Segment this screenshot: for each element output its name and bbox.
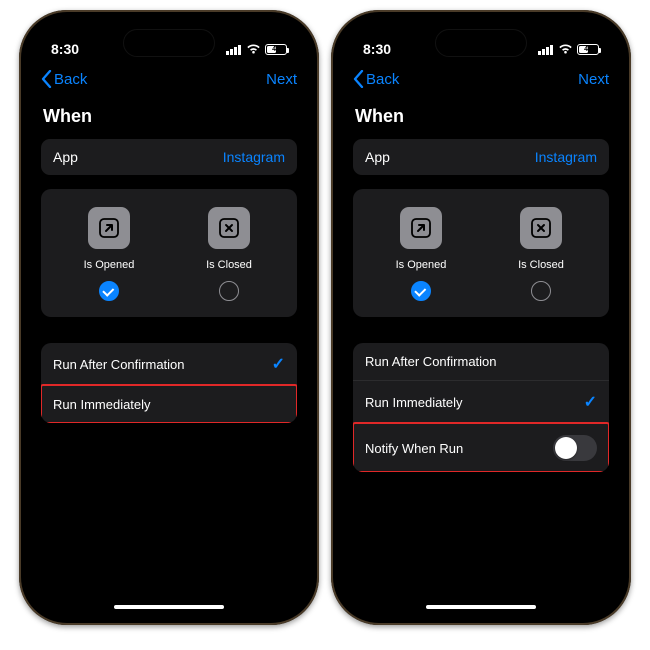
- radio-opened[interactable]: [99, 281, 119, 301]
- back-label: Back: [366, 71, 399, 88]
- back-label: Back: [54, 71, 87, 88]
- arrow-up-right-icon: [400, 207, 442, 249]
- status-time: 8:30: [363, 41, 391, 57]
- radio-opened[interactable]: [411, 281, 431, 301]
- trigger-is-closed[interactable]: Is Closed: [175, 207, 283, 301]
- screen: 8:30 44 Back Next When App Instagram: [341, 20, 621, 615]
- row-label: Run Immediately: [53, 397, 151, 412]
- row-run-after-confirmation[interactable]: Run After Confirmation: [353, 343, 609, 380]
- iphone-frame-left: 8:30 44 Back Next When App Instagram: [19, 10, 319, 625]
- home-indicator[interactable]: [114, 605, 224, 609]
- radio-closed[interactable]: [219, 281, 239, 301]
- trigger-group: Is Opened Is Closed: [41, 189, 297, 317]
- app-row[interactable]: App Instagram: [41, 139, 297, 175]
- close-icon: [520, 207, 562, 249]
- status-right: 44: [226, 44, 287, 55]
- close-icon: [208, 207, 250, 249]
- trigger-opened-label: Is Opened: [84, 259, 135, 271]
- app-row[interactable]: App Instagram: [353, 139, 609, 175]
- back-button[interactable]: Back: [41, 70, 87, 88]
- status-right: 44: [538, 44, 599, 55]
- next-button[interactable]: Next: [578, 71, 609, 88]
- home-indicator[interactable]: [426, 605, 536, 609]
- checkmark-icon: ✓: [584, 392, 597, 412]
- row-label: Notify When Run: [365, 441, 463, 456]
- battery-icon: 44: [577, 44, 599, 55]
- app-row-label: App: [365, 149, 390, 165]
- screen: 8:30 44 Back Next When App Instagram: [29, 20, 309, 615]
- trigger-is-closed[interactable]: Is Closed: [487, 207, 595, 301]
- status-time: 8:30: [51, 41, 79, 57]
- checkmark-icon: ✓: [272, 354, 285, 374]
- chevron-left-icon: [353, 70, 364, 88]
- trigger-closed-label: Is Closed: [518, 259, 564, 271]
- battery-icon: 44: [265, 44, 287, 55]
- app-row-value: Instagram: [223, 149, 285, 165]
- app-row-label: App: [53, 149, 78, 165]
- dynamic-island: [124, 30, 214, 56]
- trigger-closed-label: Is Closed: [206, 259, 252, 271]
- content: When App Instagram Is Opened Is C: [29, 96, 309, 615]
- row-run-immediately[interactable]: Run Immediately ✓: [353, 380, 609, 423]
- radio-closed[interactable]: [531, 281, 551, 301]
- trigger-group: Is Opened Is Closed: [353, 189, 609, 317]
- nav-bar: Back Next: [341, 64, 621, 96]
- wifi-icon: [246, 44, 261, 55]
- cellular-icon: [538, 44, 554, 55]
- row-run-after-confirmation[interactable]: Run After Confirmation ✓: [41, 343, 297, 385]
- trigger-is-opened[interactable]: Is Opened: [55, 207, 163, 301]
- wifi-icon: [558, 44, 573, 55]
- trigger-opened-label: Is Opened: [396, 259, 447, 271]
- next-button[interactable]: Next: [266, 71, 297, 88]
- dynamic-island: [436, 30, 526, 56]
- back-button[interactable]: Back: [353, 70, 399, 88]
- run-mode-group: Run After Confirmation ✓ Run Immediately: [41, 343, 297, 423]
- cellular-icon: [226, 44, 242, 55]
- app-row-value: Instagram: [535, 149, 597, 165]
- chevron-left-icon: [41, 70, 52, 88]
- page-title: When: [43, 106, 295, 127]
- content: When App Instagram Is Opened Is C: [341, 96, 621, 615]
- trigger-is-opened[interactable]: Is Opened: [367, 207, 475, 301]
- row-run-immediately[interactable]: Run Immediately: [41, 385, 297, 423]
- iphone-frame-right: 8:30 44 Back Next When App Instagram: [331, 10, 631, 625]
- page-title: When: [355, 106, 607, 127]
- row-notify-when-run[interactable]: Notify When Run: [353, 423, 609, 472]
- run-mode-group: Run After Confirmation Run Immediately ✓…: [353, 343, 609, 472]
- nav-bar: Back Next: [29, 64, 309, 96]
- row-label: Run Immediately: [365, 395, 463, 410]
- row-label: Run After Confirmation: [53, 357, 185, 372]
- notify-toggle[interactable]: [553, 435, 597, 461]
- arrow-up-right-icon: [88, 207, 130, 249]
- row-label: Run After Confirmation: [365, 354, 497, 369]
